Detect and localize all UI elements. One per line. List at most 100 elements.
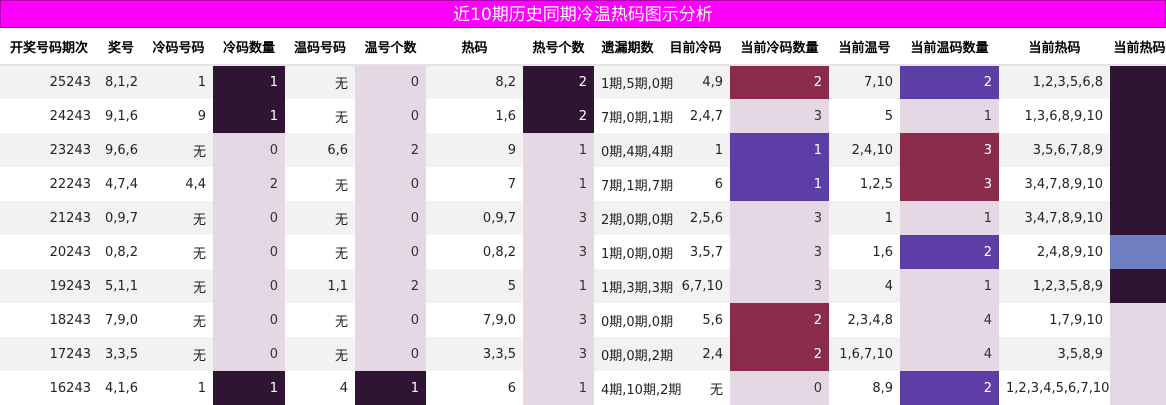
cell-issue: 24243 [0,99,98,133]
cell-cur-warm-n: 3 [900,167,999,201]
cell-cur-hot-n: 5 [1110,235,1166,269]
cell-cur-cold-n: 3 [730,235,829,269]
cell-num: 7,9,0 [98,303,144,337]
cell-cold: 1 [144,65,213,99]
cell-warm-n: 0 [355,167,426,201]
cell-warm: 无 [285,65,355,99]
cell-hot-n: 1 [523,167,594,201]
cell-warm-n: 2 [355,133,426,167]
cell-warm-n: 0 [355,337,426,371]
cell-num: 8,1,2 [98,65,144,99]
cell-hot: 5 [426,269,523,303]
cell-issue: 17243 [0,337,98,371]
table-row: 24243 9,1,6 9 1 无 0 1,6 2 7期,0期,1期 2,4,7 3 5 1 1,3,6,… [0,99,1166,133]
cell-cur-hot-n: 6 [1110,99,1166,133]
cell-cold-n: 0 [213,337,285,371]
cell-warm: 无 [285,303,355,337]
cell-cur-warm: 2,3,4,8 [829,303,900,337]
cell-warm: 无 [285,99,355,133]
cell-hot: 0,9,7 [426,201,523,235]
cell-hot-n: 1 [523,133,594,167]
cell-cur-cold-n: 1 [730,167,829,201]
cell-num: 9,1,6 [98,99,144,133]
cell-cold: 无 [144,337,213,371]
column-header: 当前冷码数量 [730,28,829,66]
cell-cold-n: 2 [213,167,285,201]
cell-warm-n: 0 [355,201,426,235]
cell-issue: 21243 [0,201,98,235]
cell-cold: 1 [144,371,213,405]
cell-hot-n: 2 [523,99,594,133]
cell-cur-hot: 1,3,6,8,9,10 [999,99,1110,133]
cell-cur-hot: 3,4,7,8,9,10 [999,167,1110,201]
cell-cur-hot-n: 6 [1110,269,1166,303]
cell-issue: 22243 [0,167,98,201]
cell-num: 4,7,4 [98,167,144,201]
cell-cold-n: 1 [213,65,285,99]
cell-cur-hot-n: 6 [1110,133,1166,167]
cell-warm: 无 [285,167,355,201]
cell-warm: 6,6 [285,133,355,167]
cell-hot-n: 3 [523,235,594,269]
column-header: 热码 [426,28,523,66]
cell-warm: 4 [285,371,355,405]
cell-cold: 4,4 [144,167,213,201]
table-body: 25243 8,1,2 1 1 无 0 8,2 2 1期,5期,0期 4,9 2 7,10 2 1,2,3… [0,65,1166,405]
cell-cur-warm-n: 1 [900,99,999,133]
cell-cur-warm-n: 1 [900,269,999,303]
cell-hot-n: 3 [523,337,594,371]
cell-warm-n: 0 [355,235,426,269]
column-header: 冷码数量 [213,28,285,66]
cell-hot: 8,2 [426,65,523,99]
cell-cur-hot-n: 6 [1110,65,1166,99]
column-header: 当前热码数量 [1110,28,1166,66]
table-row: 23243 9,6,6 无 0 6,6 2 9 1 0期,4期,4期 1 1 2,4,10 3 3,5,6… [0,133,1166,167]
cell-cur-hot: 2,4,8,9,10 [999,235,1110,269]
cell-cur-warm: 4 [829,269,900,303]
cell-warm-n: 1 [355,371,426,405]
column-header: 当前温号 [829,28,900,66]
table-row: 18243 7,9,0 无 0 无 0 7,9,0 3 0期,0期,0期 5,6 2 2,3,4,8 4… [0,303,1166,337]
cell-cur-warm-n: 4 [900,337,999,371]
cell-warm-n: 2 [355,269,426,303]
cell-hot: 7,9,0 [426,303,523,337]
table-row: 19243 5,1,1 无 0 1,1 2 5 1 1期,3期,3期 6,7,10 3 4 1 1,2,3… [0,269,1166,303]
cell-cold-n: 1 [213,99,285,133]
cell-cur-warm-n: 2 [900,371,999,405]
cell-num: 9,6,6 [98,133,144,167]
cell-cold-n: 0 [213,201,285,235]
cell-cold-n: 0 [213,133,285,167]
cell-cur-hot: 3,5,6,7,8,9 [999,133,1110,167]
cell-miss: 0期,0期,2期 [594,337,673,371]
cell-num: 3,3,5 [98,337,144,371]
column-header: 当前温码数量 [900,28,999,66]
table-row: 25243 8,1,2 1 1 无 0 8,2 2 1期,5期,0期 4,9 2 7,10 2 1,2,3… [0,65,1166,99]
cell-cur-cold-n: 3 [730,99,829,133]
cell-cur-hot-n: 4 [1110,337,1166,371]
cell-cur-hot: 1,2,3,5,6,8 [999,65,1110,99]
cell-cold: 无 [144,235,213,269]
cell-issue: 25243 [0,65,98,99]
cell-cur-warm: 7,10 [829,65,900,99]
cell-cur-warm: 1 [829,201,900,235]
analysis-table: 开奖号码期次 奖号 冷码号码 冷码数量 温码号码 温号个数 热码 热号个数 遗漏期数 目前冷码 当前… [0,28,1166,405]
cell-cur-warm: 2,4,10 [829,133,900,167]
table-title: 近10期历史同期冷温热码图示分析 [0,0,1166,28]
table-row: 20243 0,8,2 无 0 无 0 0,8,2 3 1期,0期,0期 3,5,7 3 1,6 2 2,… [0,235,1166,269]
cell-issue: 19243 [0,269,98,303]
cell-num: 5,1,1 [98,269,144,303]
cell-miss: 7期,0期,1期 [594,99,673,133]
cell-hot-n: 3 [523,303,594,337]
cell-cold: 无 [144,201,213,235]
cell-num: 0,8,2 [98,235,144,269]
cell-cur-hot: 3,5,8,9 [999,337,1110,371]
table-row: 21243 0,9,7 无 0 无 0 0,9,7 3 2期,0期,0期 2,5,6 3 1 1 3,4,… [0,201,1166,235]
cell-hot: 9 [426,133,523,167]
cell-cur-hot-n: 6 [1110,201,1166,235]
cell-warm: 无 [285,201,355,235]
cell-cold: 无 [144,133,213,167]
cell-issue: 23243 [0,133,98,167]
cell-num: 4,1,6 [98,371,144,405]
cell-hot: 0,8,2 [426,235,523,269]
cell-cur-warm: 1,2,5 [829,167,900,201]
